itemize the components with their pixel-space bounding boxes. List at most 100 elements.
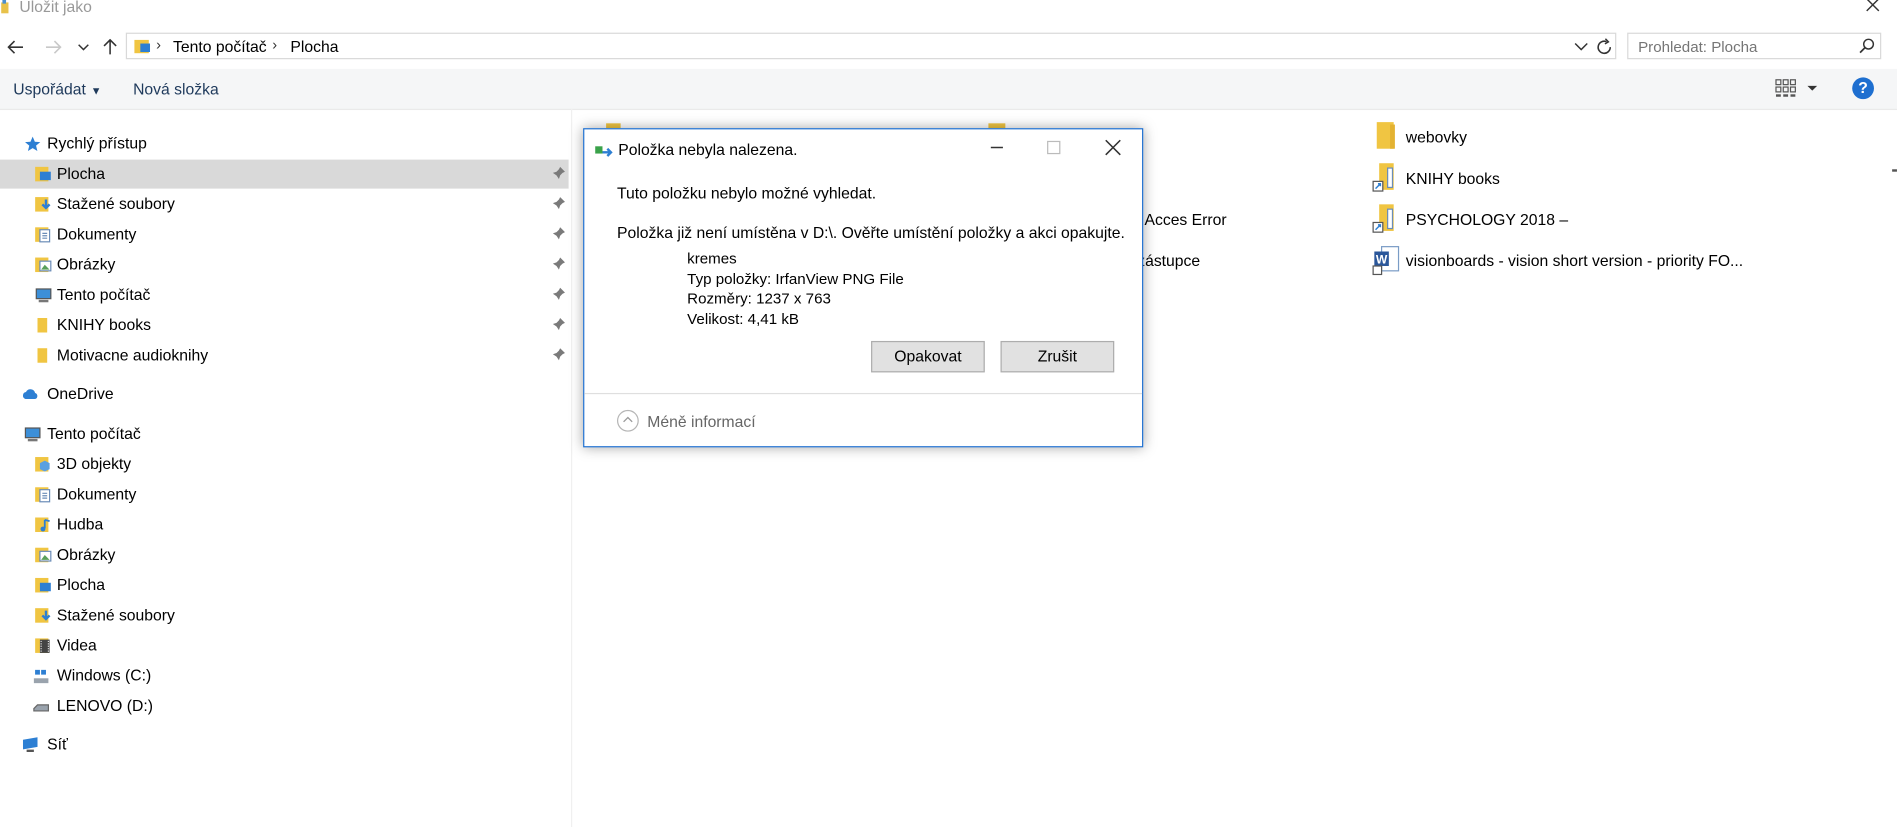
sidebar-item-desktop[interactable]: Plocha — [0, 159, 569, 189]
cloud-icon — [22, 389, 38, 400]
recent-locations-button[interactable] — [74, 35, 93, 59]
sidebar-item-this-pc-quick[interactable]: Tento počítač — [0, 281, 569, 310]
computer-icon — [24, 427, 41, 442]
pin-icon[interactable] — [552, 166, 567, 181]
cancel-button[interactable]: Zrušit — [1000, 340, 1115, 373]
dialog-close-icon[interactable] — [1101, 137, 1125, 159]
sidebar-item-this-pc[interactable]: Tento počítač — [0, 420, 569, 449]
sidebar-item-videos[interactable]: Videa — [0, 631, 569, 660]
sidebar-item-label: Motivacne audioknihy — [56, 345, 209, 364]
address-bar[interactable]: › Tento počítač › Plocha — [125, 32, 1617, 60]
sidebar-item-onedrive[interactable]: OneDrive — [0, 380, 569, 409]
desktop-folder-icon — [134, 39, 151, 54]
documents-folder-icon — [35, 487, 51, 503]
sidebar-item-label: Obrázky — [56, 545, 116, 564]
item-name: kremes — [687, 250, 737, 268]
folder-shortcut-icon — [1372, 163, 1394, 192]
sidebar-item-quick-access[interactable]: Rychlý přístup — [0, 129, 569, 158]
file-name-partial[interactable]: zástupce — [1137, 251, 1200, 269]
navigation-pane: Rychlý přístup Plocha Stažené soubory Do… — [0, 108, 573, 827]
file-label: KNIHY books — [1405, 169, 1500, 188]
close-icon[interactable] — [1863, 0, 1882, 15]
sidebar-item-label: Videa — [56, 635, 97, 655]
help-button[interactable]: ? — [1852, 77, 1874, 100]
sidebar-item-pictures[interactable]: Obrázky — [0, 250, 569, 279]
sidebar-item-label: Plocha — [56, 164, 105, 183]
back-button[interactable] — [6, 35, 25, 59]
drive-icon — [33, 704, 49, 712]
view-dropdown-icon[interactable] — [1806, 82, 1818, 94]
view-options-icon[interactable] — [1775, 79, 1797, 98]
star-icon — [25, 136, 41, 152]
sidebar-item-label: Obrázky — [56, 255, 116, 274]
sidebar-item-network[interactable]: Síť — [0, 730, 569, 759]
up-arrow-icon — [103, 38, 117, 55]
file-name-partial[interactable]: Acces Error — [1144, 210, 1226, 228]
pin-icon[interactable] — [552, 317, 567, 332]
navigation-bar: › Tento počítač › Plocha Prohledat: Ploc… — [0, 31, 1897, 62]
sidebar-item-pc-desktop[interactable]: Plocha — [0, 571, 569, 600]
title-bar: Uložit jako — [0, 0, 1897, 17]
sidebar-item-downloads[interactable]: Stažené soubory — [0, 190, 569, 219]
breadcrumb-this-pc[interactable]: Tento počítač — [173, 37, 267, 55]
dialog-message: Tuto položku nebylo možné vyhledat. — [616, 183, 877, 202]
file-label: visionboards - vision short version - pr… — [1405, 251, 1744, 270]
search-icon[interactable] — [1858, 37, 1875, 54]
downloads-folder-icon — [35, 608, 51, 623]
breadcrumb-separator-icon[interactable]: › — [156, 36, 161, 53]
sidebar-item-3d-objects[interactable]: 3D objekty — [0, 450, 569, 479]
organize-label: Uspořádat — [13, 79, 86, 98]
folder-icon — [1376, 122, 1395, 149]
sidebar-item-documents[interactable]: Dokumenty — [0, 220, 569, 249]
window-title: Uložit jako — [19, 0, 92, 16]
sidebar-item-label: Síť — [47, 735, 68, 754]
address-dropdown-icon[interactable] — [1572, 36, 1591, 55]
sidebar-item-label: Plocha — [56, 575, 105, 594]
pin-icon[interactable] — [552, 196, 567, 211]
downloads-folder-icon — [35, 197, 51, 212]
maximize-icon — [1047, 140, 1061, 155]
sidebar-item-pc-downloads[interactable]: Stažené soubory — [0, 601, 569, 630]
command-bar: Uspořádat ▼ Nová složka ? — [0, 68, 1897, 111]
sidebar-item-pc-documents[interactable]: Dokumenty — [0, 480, 569, 509]
search-box[interactable]: Prohledat: Plocha — [1627, 32, 1882, 60]
sidebar-item-windows-c[interactable]: Windows (C:) — [0, 661, 569, 690]
3d-objects-folder-icon — [35, 457, 50, 472]
network-icon — [22, 737, 38, 753]
sidebar-item-lenovo-d[interactable]: LENOVO (D:) — [0, 692, 569, 721]
scrollbar-edge[interactable] — [1892, 169, 1897, 172]
sidebar-item-music[interactable]: Hudba — [0, 510, 569, 539]
pin-icon[interactable] — [552, 256, 567, 271]
videos-folder-icon — [35, 638, 50, 653]
sidebar-item-label: Dokumenty — [56, 224, 137, 244]
breadcrumb-desktop[interactable]: Plocha — [290, 37, 338, 55]
back-arrow-icon — [7, 40, 23, 54]
breadcrumb-separator-icon[interactable]: › — [272, 36, 277, 53]
organize-button[interactable]: Uspořádat ▼ — [13, 80, 101, 98]
chevron-up-icon[interactable] — [616, 409, 639, 432]
dialog-title: Položka nebyla nalezena. — [618, 140, 798, 159]
minimize-icon[interactable] — [985, 137, 1009, 159]
item-size: Velikost: 4,41 kB — [687, 310, 799, 328]
sidebar-item-label: Tento počítač — [56, 285, 151, 304]
drive-c-icon — [33, 669, 49, 684]
sidebar-item-pc-pictures[interactable]: Obrázky — [0, 540, 569, 569]
pictures-folder-icon — [35, 257, 52, 273]
sidebar-item-label: Hudba — [56, 515, 104, 534]
pin-icon[interactable] — [552, 347, 567, 362]
sidebar-item-label: Windows (C:) — [56, 666, 152, 685]
pin-icon[interactable] — [552, 287, 567, 302]
refresh-icon[interactable] — [1593, 36, 1615, 58]
pictures-folder-icon — [35, 547, 52, 563]
forward-button[interactable] — [44, 35, 63, 59]
new-folder-button[interactable]: Nová složka — [133, 80, 219, 98]
pin-icon[interactable] — [552, 226, 567, 241]
up-button[interactable] — [100, 35, 119, 59]
item-dimensions: Rozměry: 1237 x 763 — [687, 290, 831, 308]
retry-button[interactable]: Opakovat — [871, 340, 985, 373]
sidebar-item-knihy-books[interactable]: KNIHY books — [0, 311, 569, 340]
search-input[interactable]: Prohledat: Plocha — [1638, 39, 1757, 56]
less-info-toggle[interactable]: Méně informací — [647, 412, 755, 430]
folder-icon — [37, 348, 48, 363]
sidebar-item-motivacne-audioknihy[interactable]: Motivacne audioknihy — [0, 341, 569, 370]
